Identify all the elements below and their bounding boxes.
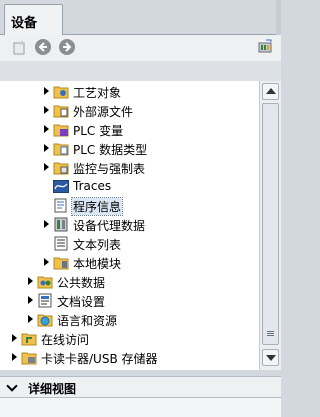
detail-view-body bbox=[0, 398, 281, 417]
expand-arrow-icon[interactable] bbox=[44, 258, 49, 266]
expand-arrow-icon[interactable] bbox=[44, 87, 49, 95]
tree-item-languages-resources[interactable]: 语言和资源 bbox=[0, 310, 259, 329]
tree-item-label: 在线访问 bbox=[41, 333, 90, 347]
tree-item-plc-tags[interactable]: PLC 变量 bbox=[0, 120, 259, 139]
scroll-down-button[interactable] bbox=[262, 349, 279, 366]
tree-item-external-source-files[interactable]: 外部源文件 bbox=[0, 101, 259, 120]
tree-item-technology-objects[interactable]: 工艺对象 bbox=[0, 82, 259, 101]
device-proxy-icon bbox=[53, 217, 69, 232]
tab-devices[interactable]: 设备 bbox=[4, 4, 63, 35]
tab-bar: 设备 bbox=[0, 0, 281, 35]
new-item-icon[interactable] bbox=[11, 39, 27, 55]
trace-icon bbox=[53, 179, 69, 194]
tree-item-online-access[interactable]: 在线访问 bbox=[0, 329, 259, 348]
expand-arrow-icon[interactable] bbox=[44, 144, 49, 152]
expand-arrow-icon[interactable] bbox=[28, 296, 33, 304]
scroll-down-icon bbox=[266, 355, 276, 361]
document-settings-icon bbox=[37, 293, 53, 308]
plc-tags-icon bbox=[53, 122, 69, 137]
detail-view-label: 详细视图 bbox=[28, 382, 77, 396]
common-data-icon bbox=[37, 274, 53, 289]
tree-item-text-lists[interactable]: 文本列表 bbox=[0, 234, 259, 253]
tree-item-label: PLC 变量 bbox=[73, 124, 124, 138]
tree-scrollbar[interactable] bbox=[259, 81, 281, 370]
tree-item-label: 语言和资源 bbox=[57, 314, 118, 328]
chevron-down-icon[interactable] bbox=[6, 380, 18, 392]
tree-item-label: 文本列表 bbox=[73, 238, 122, 252]
expand-arrow-icon[interactable] bbox=[44, 125, 49, 133]
toolbar-spacer bbox=[0, 61, 281, 81]
tab-devices-label: 设备 bbox=[11, 16, 38, 31]
tree-item-traces[interactable]: Traces bbox=[0, 177, 259, 196]
tree-item-watch-force-tables[interactable]: 监控与强制表 bbox=[0, 158, 259, 177]
tree-item-label: 本地模块 bbox=[73, 257, 122, 271]
tree-item-label: 文档设置 bbox=[57, 295, 106, 309]
expand-arrow-icon[interactable] bbox=[28, 315, 33, 323]
tree-item-label: Traces bbox=[73, 179, 112, 193]
panel-edge bbox=[276, 0, 281, 35]
scroll-up-button[interactable] bbox=[262, 83, 279, 100]
tree-item-local-modules[interactable]: 本地模块 bbox=[0, 253, 259, 272]
tree-item-document-settings[interactable]: 文档设置 bbox=[0, 291, 259, 310]
toolbar bbox=[0, 35, 281, 61]
project-tree: 工艺对象 外部源文件 PLC 变量 PLC 数据类型 监控与强制表 Traces bbox=[0, 81, 259, 370]
tree-item-label: 工艺对象 bbox=[73, 86, 122, 100]
watch-table-icon bbox=[53, 160, 69, 175]
online-access-icon bbox=[21, 331, 37, 346]
tree-item-label: 外部源文件 bbox=[73, 105, 134, 119]
expand-arrow-icon[interactable] bbox=[12, 334, 17, 342]
tree-item-card-reader-usb[interactable]: 卡读卡器/USB 存储器 bbox=[0, 348, 259, 367]
tree-item-label: 公共数据 bbox=[57, 276, 106, 290]
card-reader-icon bbox=[21, 350, 37, 365]
back-arrow-icon[interactable] bbox=[35, 39, 51, 55]
plc-datatype-icon bbox=[53, 141, 69, 156]
local-modules-icon bbox=[53, 255, 69, 270]
tree-item-label: 监控与强制表 bbox=[73, 162, 146, 176]
detail-view-header[interactable]: 详细视图 bbox=[0, 376, 281, 398]
forward-arrow-icon[interactable] bbox=[59, 39, 75, 55]
tree-item-common-data[interactable]: 公共数据 bbox=[0, 272, 259, 291]
scroll-thumb[interactable] bbox=[262, 103, 279, 345]
tree-item-label: 程序信息 bbox=[70, 197, 124, 216]
tree-item-plc-data-types[interactable]: PLC 数据类型 bbox=[0, 139, 259, 158]
expand-arrow-icon[interactable] bbox=[12, 353, 17, 361]
scroll-grip-line bbox=[267, 333, 274, 334]
external-source-icon bbox=[53, 103, 69, 118]
scroll-up-icon bbox=[266, 88, 276, 94]
tree-item-program-info[interactable]: 程序信息 bbox=[0, 196, 259, 216]
tree-item-label: 设备代理数据 bbox=[73, 219, 146, 233]
expand-arrow-icon[interactable] bbox=[44, 106, 49, 114]
text-list-icon bbox=[53, 236, 69, 251]
technology-object-icon bbox=[53, 84, 69, 99]
scroll-grip-line bbox=[267, 335, 274, 336]
tree-item-device-proxy-data[interactable]: 设备代理数据 bbox=[0, 215, 259, 234]
program-info-icon bbox=[53, 198, 69, 213]
tree-item-label: PLC 数据类型 bbox=[73, 143, 148, 157]
scroll-grip-line bbox=[267, 331, 274, 332]
expand-arrow-icon[interactable] bbox=[44, 163, 49, 171]
expand-arrow-icon[interactable] bbox=[28, 277, 33, 285]
device-overview-icon[interactable] bbox=[257, 39, 273, 55]
tree-item-label: 卡读卡器/USB 存储器 bbox=[41, 352, 158, 366]
languages-resources-icon bbox=[37, 312, 53, 327]
expand-arrow-icon[interactable] bbox=[44, 220, 49, 228]
